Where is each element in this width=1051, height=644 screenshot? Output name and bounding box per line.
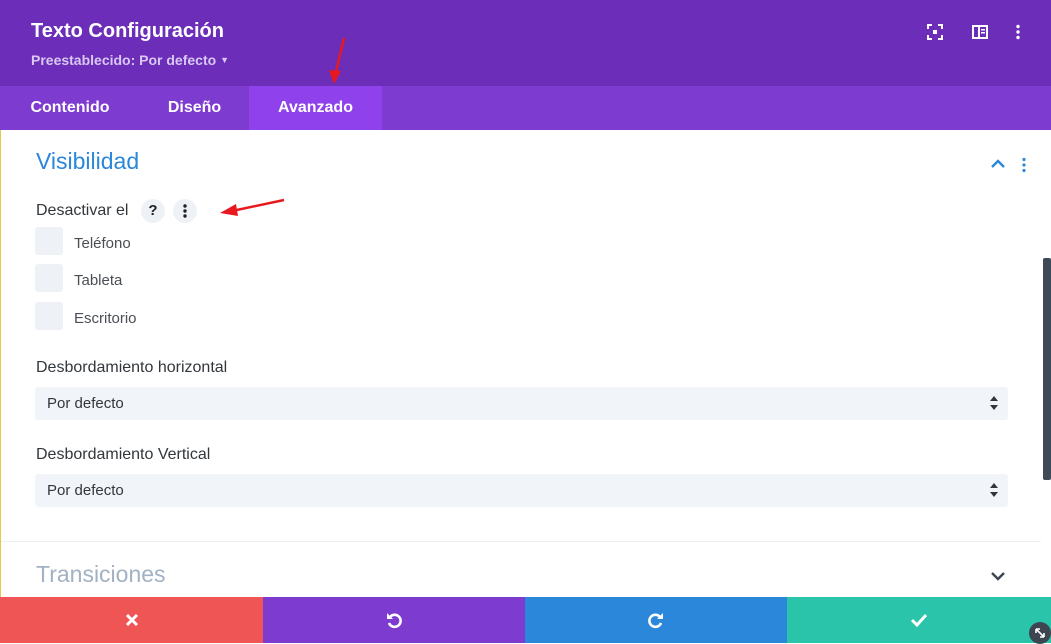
action-bar <box>0 597 1051 643</box>
help-icon: ? <box>148 202 158 219</box>
select-arrows-icon <box>990 396 998 410</box>
option-more-button[interactable] <box>173 199 197 223</box>
tab-diseno[interactable]: Diseño <box>140 86 249 130</box>
modal-title: Texto Configuración <box>31 20 224 42</box>
resize-icon <box>1035 628 1045 638</box>
section-more-icon[interactable] <box>1020 157 1028 173</box>
tab-avanzado[interactable]: Avanzado <box>249 86 382 130</box>
undo-button[interactable] <box>263 597 525 643</box>
checkbox-telefono[interactable] <box>35 227 63 255</box>
resize-handle[interactable] <box>1029 622 1051 644</box>
chevron-down-icon[interactable] <box>990 570 1006 582</box>
scrollbar-thumb[interactable] <box>1043 258 1051 480</box>
check-icon <box>910 613 928 627</box>
annotation-arrow-tab <box>329 37 346 84</box>
section-divider <box>0 541 1051 542</box>
overflow-x-value: Por defecto <box>47 395 124 412</box>
checkbox-escritorio[interactable] <box>35 302 63 330</box>
overflow-y-label: Desbordamiento Vertical <box>36 446 211 463</box>
undo-icon <box>387 613 402 629</box>
sidebar-toggle-icon[interactable] <box>972 24 988 40</box>
help-button[interactable]: ? <box>141 199 165 223</box>
redo-icon <box>648 613 663 629</box>
more-vertical-icon[interactable] <box>1010 24 1026 40</box>
caret-down-icon: ▼ <box>220 55 230 65</box>
checkbox-tableta[interactable] <box>35 264 63 292</box>
disable-on-label: Desactivar el <box>36 202 129 219</box>
tab-contenido[interactable]: Contenido <box>0 86 140 130</box>
panel-left-border <box>0 130 1 597</box>
section-visibilidad-header[interactable]: Visibilidad <box>36 148 139 175</box>
checkbox-telefono-label: Teléfono <box>74 235 131 252</box>
chevron-up-icon[interactable] <box>990 158 1006 170</box>
section-transiciones-header[interactable]: Transiciones <box>36 561 166 588</box>
redo-button[interactable] <box>525 597 787 643</box>
tab-bar: Contenido Diseño Avanzado <box>0 86 1051 130</box>
focus-icon[interactable] <box>927 24 943 40</box>
more-vertical-icon <box>183 204 187 218</box>
overflow-x-label: Desbordamiento horizontal <box>36 359 228 376</box>
overflow-x-select[interactable]: Por defecto <box>35 387 1008 420</box>
overflow-y-value: Por defecto <box>47 482 124 499</box>
discard-button[interactable] <box>0 597 263 643</box>
select-arrows-icon <box>990 483 998 497</box>
settings-panel: Visibilidad Desactivar el ? Teléfono Tab… <box>0 130 1051 597</box>
checkbox-tableta-label: Tableta <box>74 272 123 289</box>
preset-label: Preestablecido: Por defecto <box>31 52 217 68</box>
modal-header: Texto Configuración Preestablecido: Por … <box>0 0 1051 86</box>
preset-dropdown[interactable]: Preestablecido: Por defecto ▼ <box>31 52 229 68</box>
overflow-y-select[interactable]: Por defecto <box>35 474 1008 507</box>
save-button[interactable] <box>787 597 1051 643</box>
annotation-arrow-option <box>220 198 285 216</box>
close-icon <box>125 613 138 627</box>
checkbox-escritorio-label: Escritorio <box>74 310 137 327</box>
